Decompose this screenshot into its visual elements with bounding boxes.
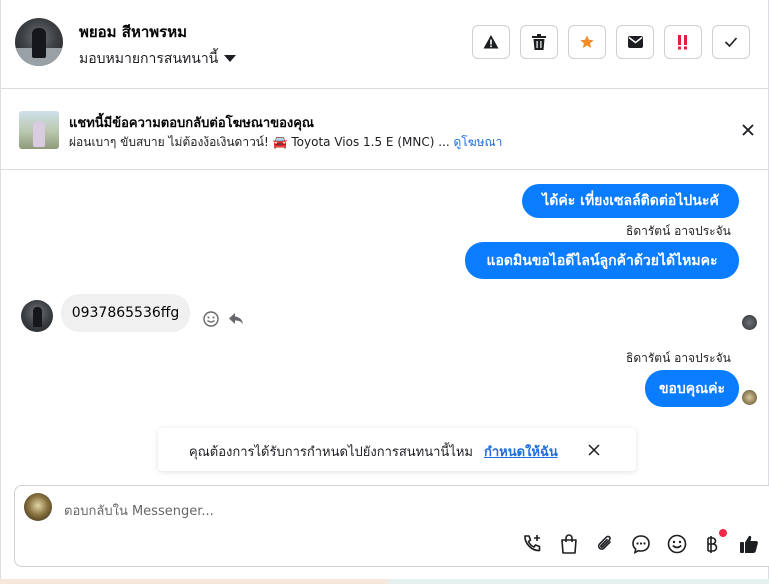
message-bubble-incoming[interactable]: 0937865536ffg <box>61 294 190 332</box>
ad-description: ผ่อนเบาๆ ขับสบาย ไม่ต้องง้อเงินดาวน์! 🚘 … <box>69 135 454 149</box>
assign-to-me-link[interactable]: กำหนดให้ฉัน <box>484 441 558 462</box>
emoji-icon[interactable] <box>666 533 688 555</box>
read-receipt-avatar <box>742 315 757 330</box>
contact-name[interactable]: พยอม สีหาพรหม <box>79 20 187 44</box>
exclamation-icon <box>678 35 687 50</box>
notification-dot <box>719 529 727 537</box>
trash-icon <box>532 34 546 50</box>
call-icon[interactable] <box>521 533 543 555</box>
close-icon[interactable] <box>586 442 602 458</box>
thumbs-up-icon[interactable] <box>738 533 760 555</box>
message-sender-name: ธิดารัตน์ อาจประจัน <box>626 351 731 365</box>
message-bubble-outgoing[interactable]: ได้ค่ะ เที่ยงเซลล์ติดต่อไปนะคั <box>522 184 739 218</box>
caret-down-icon <box>224 54 237 62</box>
envelope-icon <box>627 36 643 48</box>
attachment-icon[interactable] <box>594 533 616 555</box>
ad-banner-subtitle: ผ่อนเบาๆ ขับสบาย ไม่ต้องง้อเงินดาวน์! 🚘 … <box>69 133 502 152</box>
mark-done-button[interactable] <box>712 25 750 59</box>
delete-button[interactable] <box>520 25 558 59</box>
message-bubble-outgoing[interactable]: แอดมินขอไอดีไลน์ลูกค้าด้วยได้ไหมคะ <box>465 242 739 279</box>
close-icon[interactable] <box>738 120 758 140</box>
view-ad-link[interactable]: ดูโฆษณา <box>453 135 502 149</box>
shopping-bag-icon[interactable] <box>558 533 580 555</box>
saved-replies-icon[interactable] <box>630 533 652 555</box>
ad-thumbnail[interactable] <box>19 111 59 149</box>
report-spam-button[interactable] <box>472 25 510 59</box>
baht-payment-icon[interactable] <box>701 533 723 555</box>
star-icon <box>580 35 594 48</box>
suggestion-text: คุณต้องการได้รับการกำหนดไปยังการสนทนานี้… <box>189 445 473 460</box>
emoji-react-icon[interactable] <box>202 310 220 328</box>
contact-avatar-small <box>21 300 53 332</box>
assign-conversation-dropdown[interactable]: มอบหมายการสนทนานี้ <box>79 48 237 70</box>
assign-suggestion-banner: คุณต้องการได้รับการกำหนดไปยังการสนทนานี้… <box>158 428 636 471</box>
ad-banner-title: แชทนี้มีข้อความตอบกลับต่อโฆษณาของคุณ <box>69 116 314 131</box>
reply-input[interactable]: ตอบกลับใน Messenger... <box>64 500 214 521</box>
follow-up-button[interactable] <box>664 25 702 59</box>
star-button[interactable] <box>568 25 606 59</box>
page-bottom-edge <box>0 579 769 584</box>
contact-avatar[interactable] <box>15 18 63 66</box>
reply-icon[interactable] <box>227 310 245 328</box>
assign-label: มอบหมายการสนทนานี้ <box>79 51 219 67</box>
read-receipt-avatar <box>742 390 757 405</box>
checkmark-icon <box>724 37 738 48</box>
warning-icon <box>483 35 499 49</box>
page-avatar <box>24 493 52 521</box>
message-sender-name: ธิดารัตน์ อาจประจัน <box>626 224 731 238</box>
message-composer[interactable] <box>14 485 769 567</box>
mark-unread-button[interactable] <box>616 25 654 59</box>
message-bubble-outgoing[interactable]: ขอบคุณค่ะ <box>645 370 739 407</box>
